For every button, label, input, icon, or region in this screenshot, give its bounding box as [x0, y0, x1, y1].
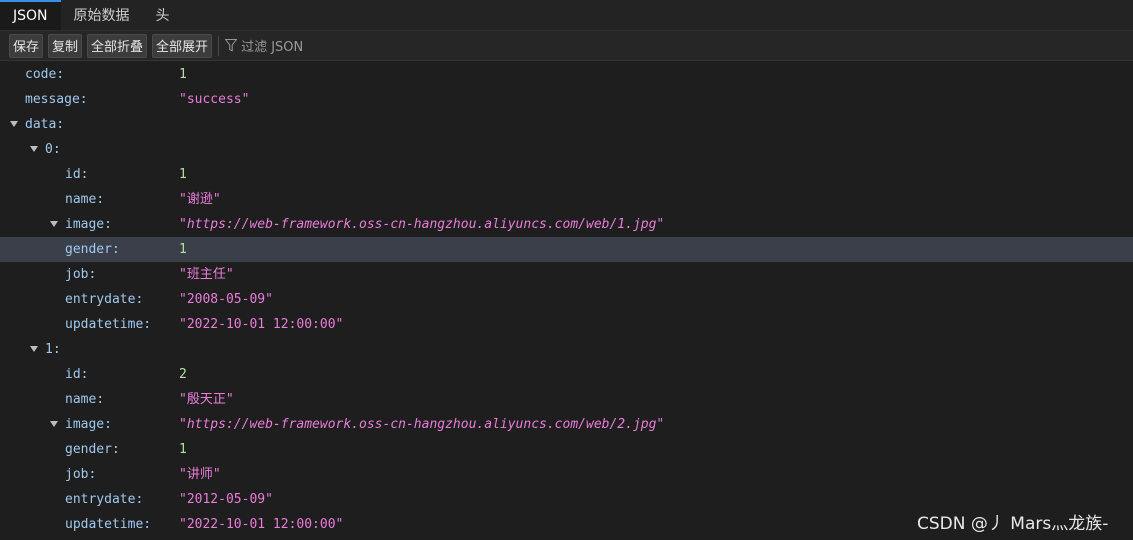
toolbar-divider	[218, 35, 220, 56]
tree-value: 1	[179, 242, 187, 257]
tree-row-job[interactable]: job: "班主任"	[0, 262, 1133, 287]
tree-row-name[interactable]: name: "谢逊"	[0, 187, 1133, 212]
tree-row-image[interactable]: image: "https://web-framework.oss-cn-han…	[0, 412, 1133, 437]
expand-arrow-icon[interactable]	[50, 421, 58, 427]
watermark: CSDN @丿 Mars灬龙族-	[917, 514, 1109, 534]
tree-value: 1	[179, 442, 187, 457]
tree-key: data:	[25, 117, 65, 132]
tree-row-updatetime[interactable]: updatetime: "2022-10-01 12:00:00"	[0, 312, 1133, 337]
filter-placeholder: 过滤 JSON	[241, 40, 304, 55]
tree-value-link[interactable]: "https://web-framework.oss-cn-hangzhou.a…	[179, 412, 664, 437]
tree-key: job:	[65, 467, 97, 482]
tree-row-code[interactable]: code: 1	[0, 62, 1133, 87]
tree-row-job[interactable]: job: "讲师"	[0, 462, 1133, 487]
expand-arrow-icon[interactable]	[50, 221, 58, 227]
tree-key: 1:	[45, 342, 61, 357]
copy-button[interactable]: 复制	[48, 33, 83, 58]
expand-arrow-icon[interactable]	[30, 346, 38, 352]
tree-key: message:	[25, 92, 88, 107]
tree-value: "讲师"	[179, 467, 221, 482]
tree-key: 0:	[45, 142, 61, 157]
tree-key: image:	[65, 417, 112, 432]
tree-value: 1	[179, 67, 187, 82]
tree-key: entrydate:	[65, 292, 144, 307]
tree-value: "殷天正"	[179, 392, 234, 407]
expand-all-button[interactable]: 全部展开	[152, 33, 213, 58]
collapse-all-button[interactable]: 全部折叠	[87, 33, 148, 58]
tree-key: id:	[65, 367, 89, 382]
tree-row-image[interactable]: image: "https://web-framework.oss-cn-han…	[0, 212, 1133, 237]
tree-key: name:	[65, 192, 105, 207]
funnel-icon	[225, 39, 238, 52]
tree-row-gender[interactable]: gender: 1	[0, 237, 1133, 262]
tree-key: gender:	[65, 442, 120, 457]
tree-key: name:	[65, 392, 105, 407]
toolbar: 保存 复制 全部折叠 全部展开 过滤 JSON	[0, 31, 1133, 61]
tree-value: "2022-10-01 12:00:00"	[179, 317, 344, 332]
tree-row-name[interactable]: name: "殷天正"	[0, 387, 1133, 412]
tree-row-item-1[interactable]: 1:	[0, 337, 1133, 362]
filter-input[interactable]: 过滤 JSON	[225, 34, 303, 58]
tree-value-link[interactable]: "https://web-framework.oss-cn-hangzhou.a…	[179, 212, 664, 237]
tree-row-data[interactable]: data:	[0, 112, 1133, 137]
tree-key: entrydate:	[65, 492, 144, 507]
tree-key: image:	[65, 217, 112, 232]
tree-value: "2022-10-01 12:00:00"	[179, 517, 344, 532]
tree-key: gender:	[65, 242, 120, 257]
tree-value: "2008-05-09"	[179, 292, 273, 307]
tree-key: job:	[65, 267, 97, 282]
tree-row-id[interactable]: id: 2	[0, 362, 1133, 387]
expand-arrow-icon[interactable]	[30, 146, 38, 152]
save-button[interactable]: 保存	[9, 33, 44, 58]
tree-value: "2012-05-09"	[179, 492, 273, 507]
tree-row-entrydate[interactable]: entrydate: "2008-05-09"	[0, 287, 1133, 312]
tab-bar: JSON 原始数据 头	[0, 0, 1133, 31]
tree-row-item-0[interactable]: 0:	[0, 137, 1133, 162]
json-tree: code: 1 message: "success" data: 0: id: …	[0, 62, 1133, 537]
tree-row-message[interactable]: message: "success"	[0, 87, 1133, 112]
tab-json[interactable]: JSON	[0, 0, 61, 30]
tree-key: updatetime:	[65, 517, 152, 532]
tree-value: "班主任"	[179, 267, 234, 282]
tree-key: code:	[25, 67, 65, 82]
tree-key: id:	[65, 167, 89, 182]
tree-value: 2	[179, 367, 187, 382]
tree-row-id[interactable]: id: 1	[0, 162, 1133, 187]
tab-headers[interactable]: 头	[143, 0, 183, 30]
tree-row-gender[interactable]: gender: 1	[0, 437, 1133, 462]
tree-key: updatetime:	[65, 317, 152, 332]
tree-value: "success"	[179, 92, 250, 107]
tab-raw-data[interactable]: 原始数据	[61, 0, 143, 30]
expand-arrow-icon[interactable]	[10, 121, 18, 127]
tree-value: "谢逊"	[179, 192, 221, 207]
tree-value: 1	[179, 167, 187, 182]
